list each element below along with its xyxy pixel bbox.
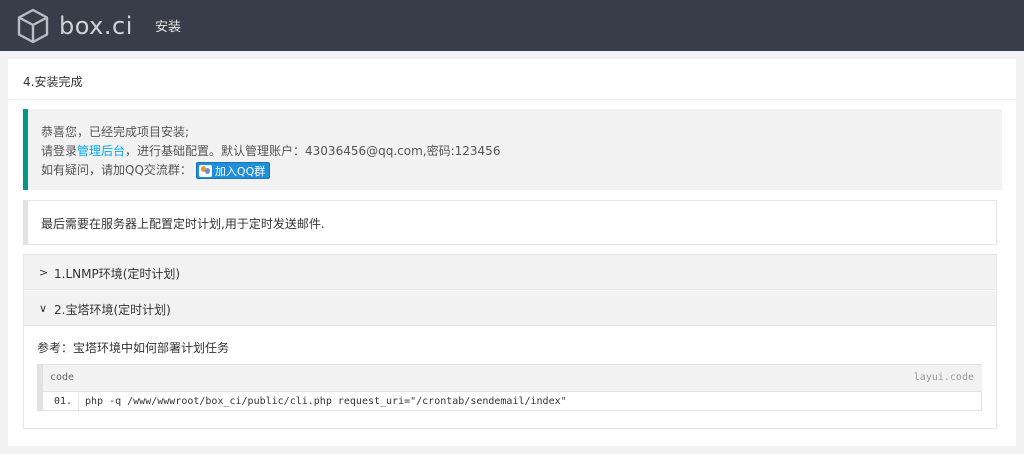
top-header: box.ci 安装 xyxy=(0,0,1024,51)
collapse-item-label: 2.宝塔环境(定时计划) xyxy=(54,303,171,317)
logo-text: box.ci xyxy=(59,12,133,40)
code-line[interactable]: 01. php -q /www/wwwroot/box_ci/public/cl… xyxy=(43,393,982,411)
collapse-content: 参考：宝塔环境中如何部署计划任务 code layui.code 01. php… xyxy=(24,327,996,428)
qq-group-icon xyxy=(198,164,212,177)
collapse-item-baota[interactable]: ∨ 2.宝塔环境(定时计划) xyxy=(24,291,996,326)
page-title: 4.安装完成 xyxy=(23,75,83,89)
main-card: 4.安装完成 恭喜您，已经完成项目安装; 请登录管理后台，进行基础配置。默认管理… xyxy=(8,59,1016,446)
success-notice: 恭喜您，已经完成项目安装; 请登录管理后台，进行基础配置。默认管理账户：4303… xyxy=(23,109,1002,190)
reference-text: 参考：宝塔环境中如何部署计划任务 xyxy=(37,341,230,355)
chevron-right-icon: > xyxy=(39,266,49,279)
code-block: code layui.code 01. php -q /www/wwwroot/… xyxy=(37,364,982,411)
join-qq-group-label: 加入QQ群 xyxy=(214,164,266,178)
collapse-panel: > 1.LNMP环境(定时计划) ∨ 2.宝塔环境(定时计划) 参考：宝塔环境中… xyxy=(23,254,997,429)
nav-item-install[interactable]: 安装 xyxy=(155,16,181,35)
chevron-down-icon: ∨ xyxy=(39,302,48,315)
admin-link[interactable]: 管理后台 xyxy=(77,144,125,158)
notice-line-2-suffix: ，进行基础配置。默认管理账户：43036456@qq.com,密码:123456 xyxy=(125,144,501,158)
code-text[interactable]: php -q /www/wwwroot/box_ci/public/cli.ph… xyxy=(85,393,567,411)
card-header: 4.安装完成 xyxy=(8,59,1016,100)
notice-line-2-prefix: 请登录 xyxy=(41,144,78,158)
notice-line-3: 如有疑问，请加QQ交流群： 加入QQ群 xyxy=(41,161,271,179)
cron-note-text: 最后需要在服务器上配置定时计划,用于定时发送邮件. xyxy=(41,217,325,231)
code-header: code layui.code xyxy=(43,365,982,392)
notice-line-2: 请登录管理后台，进行基础配置。默认管理账户：43036456@qq.com,密码… xyxy=(41,142,500,159)
notice-line-3-text: 如有疑问，请加QQ交流群： xyxy=(41,163,192,177)
collapse-item-label: 1.LNMP环境(定时计划) xyxy=(54,267,181,281)
line-number: 01. xyxy=(43,393,79,411)
notice-line-1: 恭喜您，已经完成项目安装; xyxy=(41,125,190,139)
code-brand: layui.code xyxy=(913,372,974,383)
cron-note: 最后需要在服务器上配置定时计划,用于定时发送邮件. xyxy=(23,200,997,245)
logo[interactable]: box.ci xyxy=(16,8,133,44)
code-title: code xyxy=(50,372,75,383)
join-qq-group-button[interactable]: 加入QQ群 xyxy=(195,162,271,179)
box-icon xyxy=(17,8,49,44)
collapse-item-lnmp[interactable]: > 1.LNMP环境(定时计划) xyxy=(24,255,996,290)
